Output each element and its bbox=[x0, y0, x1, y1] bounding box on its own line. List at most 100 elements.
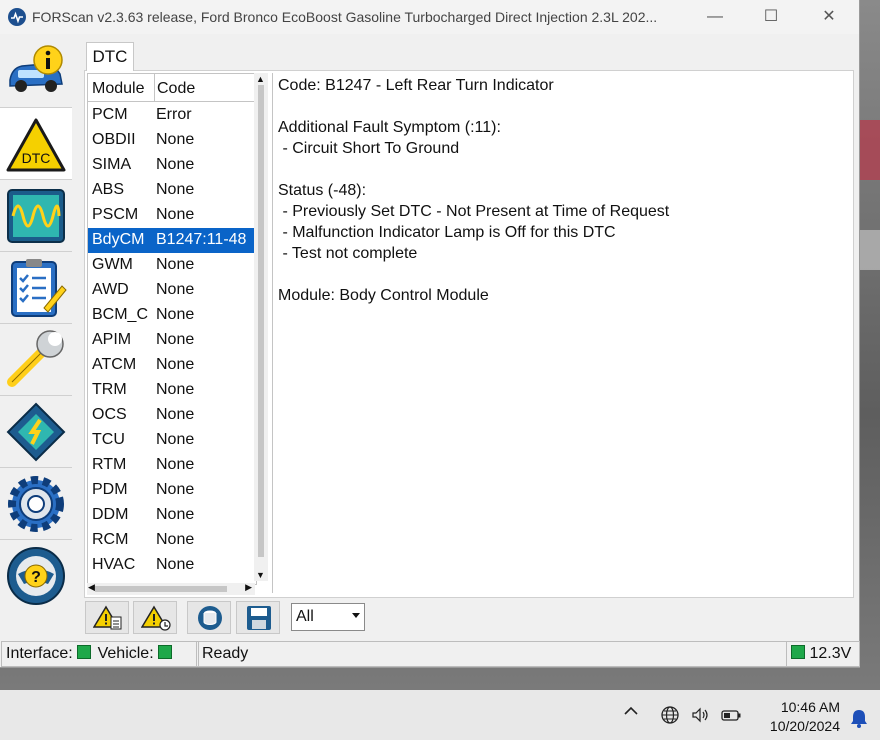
vehicle-label: Vehicle: bbox=[97, 645, 154, 662]
table-row[interactable]: BCM_C None bbox=[88, 303, 256, 328]
dtc-filter-select[interactable]: All bbox=[291, 603, 365, 631]
column-header-module[interactable]: Module bbox=[92, 74, 144, 101]
list-vertical-scrollbar[interactable]: ▲ ▼ bbox=[254, 73, 268, 581]
detail-status-item: - Malfunction Indicator Lamp is Off for … bbox=[278, 224, 616, 241]
table-row[interactable]: APIM None bbox=[88, 328, 256, 353]
table-row[interactable]: TRM None bbox=[88, 378, 256, 403]
row-code: None bbox=[156, 331, 195, 348]
table-row[interactable]: TCU None bbox=[88, 428, 256, 453]
clear-dtc-icon bbox=[141, 605, 171, 631]
forscan-window: FORScan v2.3.63 release, Ford Bronco Eco… bbox=[0, 0, 860, 668]
table-row[interactable]: RTM None bbox=[88, 453, 256, 478]
dtc-button[interactable]: DTC bbox=[0, 108, 72, 180]
oscilloscope-icon bbox=[7, 189, 65, 243]
tab-dtc[interactable]: DTC bbox=[86, 42, 134, 71]
row-module: BCM_C bbox=[92, 306, 149, 323]
row-code: None bbox=[156, 281, 195, 298]
row-module: OCS bbox=[92, 406, 127, 423]
row-module: SIMA bbox=[92, 156, 132, 173]
vehicle-status-led bbox=[158, 645, 173, 659]
row-code: None bbox=[156, 481, 195, 498]
row-code: None bbox=[156, 406, 195, 423]
maximize-button[interactable]: ☐ bbox=[748, 0, 794, 34]
voltage-status-led bbox=[791, 645, 805, 659]
row-code: None bbox=[156, 306, 195, 323]
table-row[interactable]: ABS None bbox=[88, 178, 256, 203]
column-header-code[interactable]: Code bbox=[157, 74, 195, 101]
row-code: None bbox=[156, 381, 195, 398]
detail-symptom-item: - Circuit Short To Ground bbox=[278, 140, 460, 157]
system-clock[interactable]: 10:46 AM 10/20/2024 bbox=[770, 698, 840, 736]
oscilloscope-button[interactable] bbox=[0, 180, 72, 252]
row-module: RCM bbox=[92, 531, 129, 548]
voltage-value: 12.3V bbox=[809, 645, 852, 662]
row-module: BdyCM bbox=[92, 231, 145, 248]
volume-icon[interactable] bbox=[690, 705, 710, 730]
table-row[interactable]: DDM None bbox=[88, 503, 256, 528]
tests-button[interactable] bbox=[0, 252, 72, 324]
detail-symptom-title: Additional Fault Symptom (:11): bbox=[278, 119, 501, 136]
row-code: None bbox=[156, 531, 195, 548]
scroll-left-arrow-icon[interactable]: ◀ bbox=[88, 582, 95, 593]
network-globe-icon[interactable] bbox=[660, 705, 680, 730]
minimize-button[interactable]: — bbox=[692, 0, 738, 34]
read-dtc-report-button[interactable] bbox=[85, 601, 129, 634]
table-row[interactable]: PSCM None bbox=[88, 203, 256, 228]
table-row[interactable]: PDM None bbox=[88, 478, 256, 503]
service-button[interactable] bbox=[0, 324, 72, 396]
row-code: None bbox=[156, 256, 195, 273]
close-button[interactable]: ✕ bbox=[806, 0, 852, 34]
detail-status-item: - Previously Set DTC - Not Present at Ti… bbox=[278, 203, 670, 220]
interface-label: Interface: bbox=[6, 645, 73, 662]
chevron-down-icon[interactable] bbox=[352, 613, 360, 618]
forscan-logo-icon bbox=[8, 8, 26, 26]
table-row[interactable]: SIMA None bbox=[88, 153, 256, 178]
configuration-button[interactable] bbox=[0, 396, 72, 468]
list-header: Module Code bbox=[88, 74, 256, 102]
table-row[interactable]: RCM None bbox=[88, 528, 256, 553]
detail-status-item: - Test not complete bbox=[278, 245, 418, 262]
list-horizontal-scrollbar[interactable]: ◀ ▶ bbox=[87, 582, 255, 595]
row-code: None bbox=[156, 181, 195, 198]
table-row[interactable]: AWD None bbox=[88, 278, 256, 303]
show-hidden-icons-chevron-icon[interactable] bbox=[623, 704, 639, 723]
battery-icon[interactable] bbox=[720, 705, 742, 730]
table-row[interactable]: PCM Error bbox=[88, 103, 256, 128]
wrench-icon bbox=[7, 330, 64, 387]
row-code: None bbox=[156, 506, 195, 523]
dtc-module-list[interactable]: Module Code PCM Error OBDII None SIMA None ABS… bbox=[87, 73, 257, 585]
title-bar[interactable]: FORScan v2.3.63 release, Ford Bronco Eco… bbox=[0, 0, 859, 34]
table-row[interactable]: HVAC None bbox=[88, 553, 256, 578]
scroll-down-arrow-icon[interactable]: ▼ bbox=[256, 570, 265, 580]
row-code: None bbox=[156, 356, 195, 373]
dtc-details-pane[interactable]: Code: B1247 - Left Rear Turn Indicator A… bbox=[272, 73, 851, 593]
scroll-thumb[interactable] bbox=[95, 586, 227, 592]
row-module: HVAC bbox=[92, 556, 136, 573]
settings-button[interactable] bbox=[0, 468, 72, 540]
row-code: Error bbox=[156, 106, 192, 123]
interface-status-led bbox=[77, 645, 92, 659]
table-row[interactable]: ATCM None bbox=[88, 353, 256, 378]
table-row[interactable]: BdyCM B1247:11-48 bbox=[88, 228, 256, 253]
table-row[interactable]: GWM None bbox=[88, 253, 256, 278]
row-module: GWM bbox=[92, 256, 133, 273]
car-info-icon bbox=[9, 45, 63, 92]
detail-code-line: Code: B1247 - Left Rear Turn Indicator bbox=[278, 77, 554, 94]
row-module: PCM bbox=[92, 106, 128, 123]
window-title: FORScan v2.3.63 release, Ford Bronco Eco… bbox=[32, 9, 658, 25]
save-button[interactable] bbox=[236, 601, 280, 634]
clear-dtc-button[interactable] bbox=[133, 601, 177, 634]
notification-bell-icon[interactable] bbox=[850, 708, 868, 733]
help-button[interactable]: ? bbox=[0, 540, 72, 611]
table-row[interactable]: OCS None bbox=[88, 403, 256, 428]
scroll-thumb[interactable] bbox=[258, 85, 264, 557]
column-divider[interactable] bbox=[154, 74, 155, 101]
read-dtc-report-icon bbox=[93, 605, 122, 630]
chip-icon bbox=[6, 402, 66, 462]
vehicle-info-button[interactable] bbox=[0, 36, 72, 108]
scroll-right-arrow-icon[interactable]: ▶ bbox=[245, 582, 252, 593]
scroll-up-arrow-icon[interactable]: ▲ bbox=[256, 74, 265, 84]
detail-module-line: Module: Body Control Module bbox=[278, 287, 489, 304]
database-button[interactable] bbox=[187, 601, 231, 634]
table-row[interactable]: OBDII None bbox=[88, 128, 256, 153]
